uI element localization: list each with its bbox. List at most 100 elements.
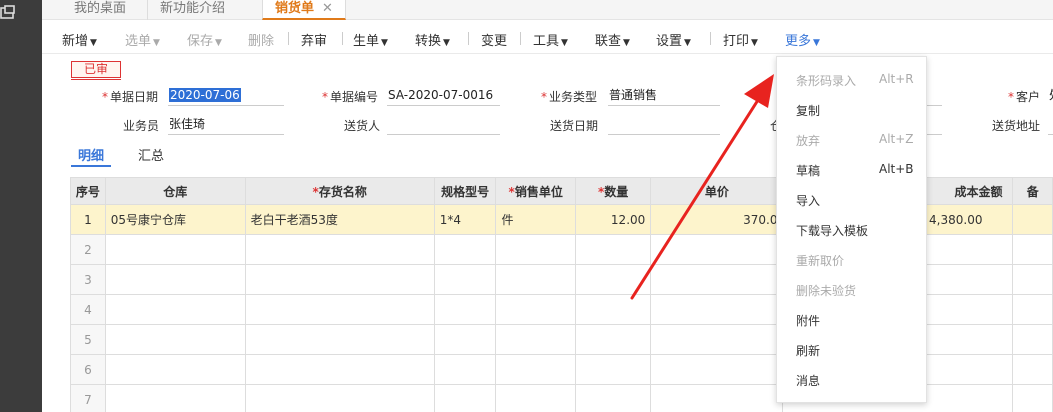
cell[interactable] [650,324,784,355]
cell[interactable] [244,234,435,265]
cell-qty[interactable]: 12.00 [574,204,652,235]
header-unit[interactable]: *销售单位 [495,177,576,205]
menu-item-refresh[interactable]: 刷新 [796,342,820,359]
cell[interactable] [1012,264,1053,295]
cell[interactable] [433,354,497,385]
tab-home[interactable]: 我的桌面 [62,0,138,20]
cell[interactable] [104,294,246,325]
required-mark: * [1008,90,1014,104]
hidden-field[interactable] [926,115,942,135]
cell-warehouse[interactable]: 05号康宁仓库 [104,204,246,235]
doc-date-field[interactable]: 2020-07-06 [168,86,284,106]
cell[interactable] [433,384,497,412]
cell[interactable] [650,264,784,295]
cell[interactable] [495,294,576,325]
close-icon[interactable]: ✕ [322,1,333,16]
biz-type-field[interactable]: 普通销售 [608,86,720,106]
settings-button[interactable]: 设置 ▼ [656,30,691,49]
menu-item-barcode[interactable]: 条形码录入 Alt+R [796,72,914,89]
cell[interactable] [244,324,435,355]
cell[interactable] [104,324,246,355]
cell[interactable] [433,294,497,325]
cell[interactable] [495,324,576,355]
cell[interactable] [1012,324,1053,355]
customer-field[interactable]: 处 [1048,86,1053,106]
tab-summary[interactable]: 汇总 [138,145,164,164]
convert-button[interactable]: 转换 ▼ [415,30,450,49]
header-item[interactable]: *存货名称 [244,177,435,205]
more-button[interactable]: 更多 ▼ [785,30,820,49]
cell[interactable] [433,234,497,265]
cell[interactable] [495,234,576,265]
cell-item[interactable]: 老白干老酒53度 [244,204,435,235]
cell-unit[interactable]: 件 [495,204,576,235]
deliverer-field[interactable] [387,115,500,135]
delete-button[interactable]: 删除 [248,30,274,49]
menu-item-import[interactable]: 导入 [796,192,820,209]
cell[interactable] [574,234,652,265]
menu-item-copy[interactable]: 复制 [796,102,820,119]
change-button[interactable]: 变更 [481,30,507,49]
header-price[interactable]: 单价 [650,177,784,205]
hidden-field[interactable] [926,86,942,106]
cell[interactable] [433,324,497,355]
menu-item-attachment[interactable]: 附件 [796,312,820,329]
header-notes[interactable]: 备 [1012,177,1053,205]
cell[interactable] [574,354,652,385]
cell[interactable] [244,294,435,325]
address-field[interactable] [1048,115,1053,135]
menu-item-reprice[interactable]: 重新取价 [796,252,844,269]
cell[interactable] [1012,294,1053,325]
select-button[interactable]: 选单 ▼ [125,30,160,49]
cell-spec[interactable]: 1*4 [433,204,497,235]
tab-sales-order[interactable]: 销货单 ✕ [262,0,346,20]
cell[interactable] [574,294,652,325]
cell[interactable] [104,384,246,412]
cell-notes[interactable] [1012,204,1053,235]
tab-new-features[interactable]: 新功能介绍 [147,0,237,20]
cell[interactable] [104,234,246,265]
print-button[interactable]: 打印 ▼ [723,30,758,49]
menu-item-download-template[interactable]: 下载导入模板 [796,222,868,239]
cell[interactable] [495,384,576,412]
doc-no-field[interactable]: SA-2020-07-0016 [387,86,500,106]
cell[interactable] [574,264,652,295]
tools-button[interactable]: 工具 ▼ [533,30,568,49]
cell-price[interactable]: 370.0 [650,204,784,235]
header-warehouse[interactable]: 仓库 [104,177,246,205]
salesman-field[interactable]: 张佳琦 [168,115,284,135]
window-icon[interactable] [0,5,16,21]
cell[interactable] [574,324,652,355]
cell[interactable] [244,354,435,385]
header-spec[interactable]: 规格型号 [433,177,497,205]
cell[interactable] [574,384,652,412]
cell[interactable] [244,384,435,412]
new-button[interactable]: 新增 ▼ [62,30,97,49]
lookup-button[interactable]: 联查 ▼ [595,30,630,49]
cell[interactable] [650,384,784,412]
cell[interactable] [495,264,576,295]
cell[interactable] [1012,384,1053,412]
generate-button[interactable]: 生单 ▼ [353,30,388,49]
header-qty[interactable]: *数量 [574,177,652,205]
cell[interactable] [650,294,784,325]
cell[interactable] [650,234,784,265]
unapprove-button[interactable]: 弃审 [301,30,327,49]
cell[interactable] [104,354,246,385]
cell[interactable] [1012,234,1053,265]
cell[interactable] [244,264,435,295]
chevron-down-icon: ▼ [813,38,820,48]
cell[interactable] [104,264,246,295]
save-button[interactable]: 保存 ▼ [187,30,222,49]
menu-item-delete-uninspected[interactable]: 删除未验货 [796,282,856,299]
delivery-date-field[interactable] [608,115,720,135]
cell[interactable] [650,354,784,385]
menu-item-message[interactable]: 消息 [796,372,820,389]
tab-detail[interactable]: 明细 [78,145,104,164]
doc-date-label: * 单据日期 [102,88,158,105]
menu-item-discard[interactable]: 放弃 Alt+Z [796,132,914,149]
cell[interactable] [495,354,576,385]
cell[interactable] [433,264,497,295]
cell[interactable] [1012,354,1053,385]
menu-item-draft[interactable]: 草稿 Alt+B [796,162,914,179]
